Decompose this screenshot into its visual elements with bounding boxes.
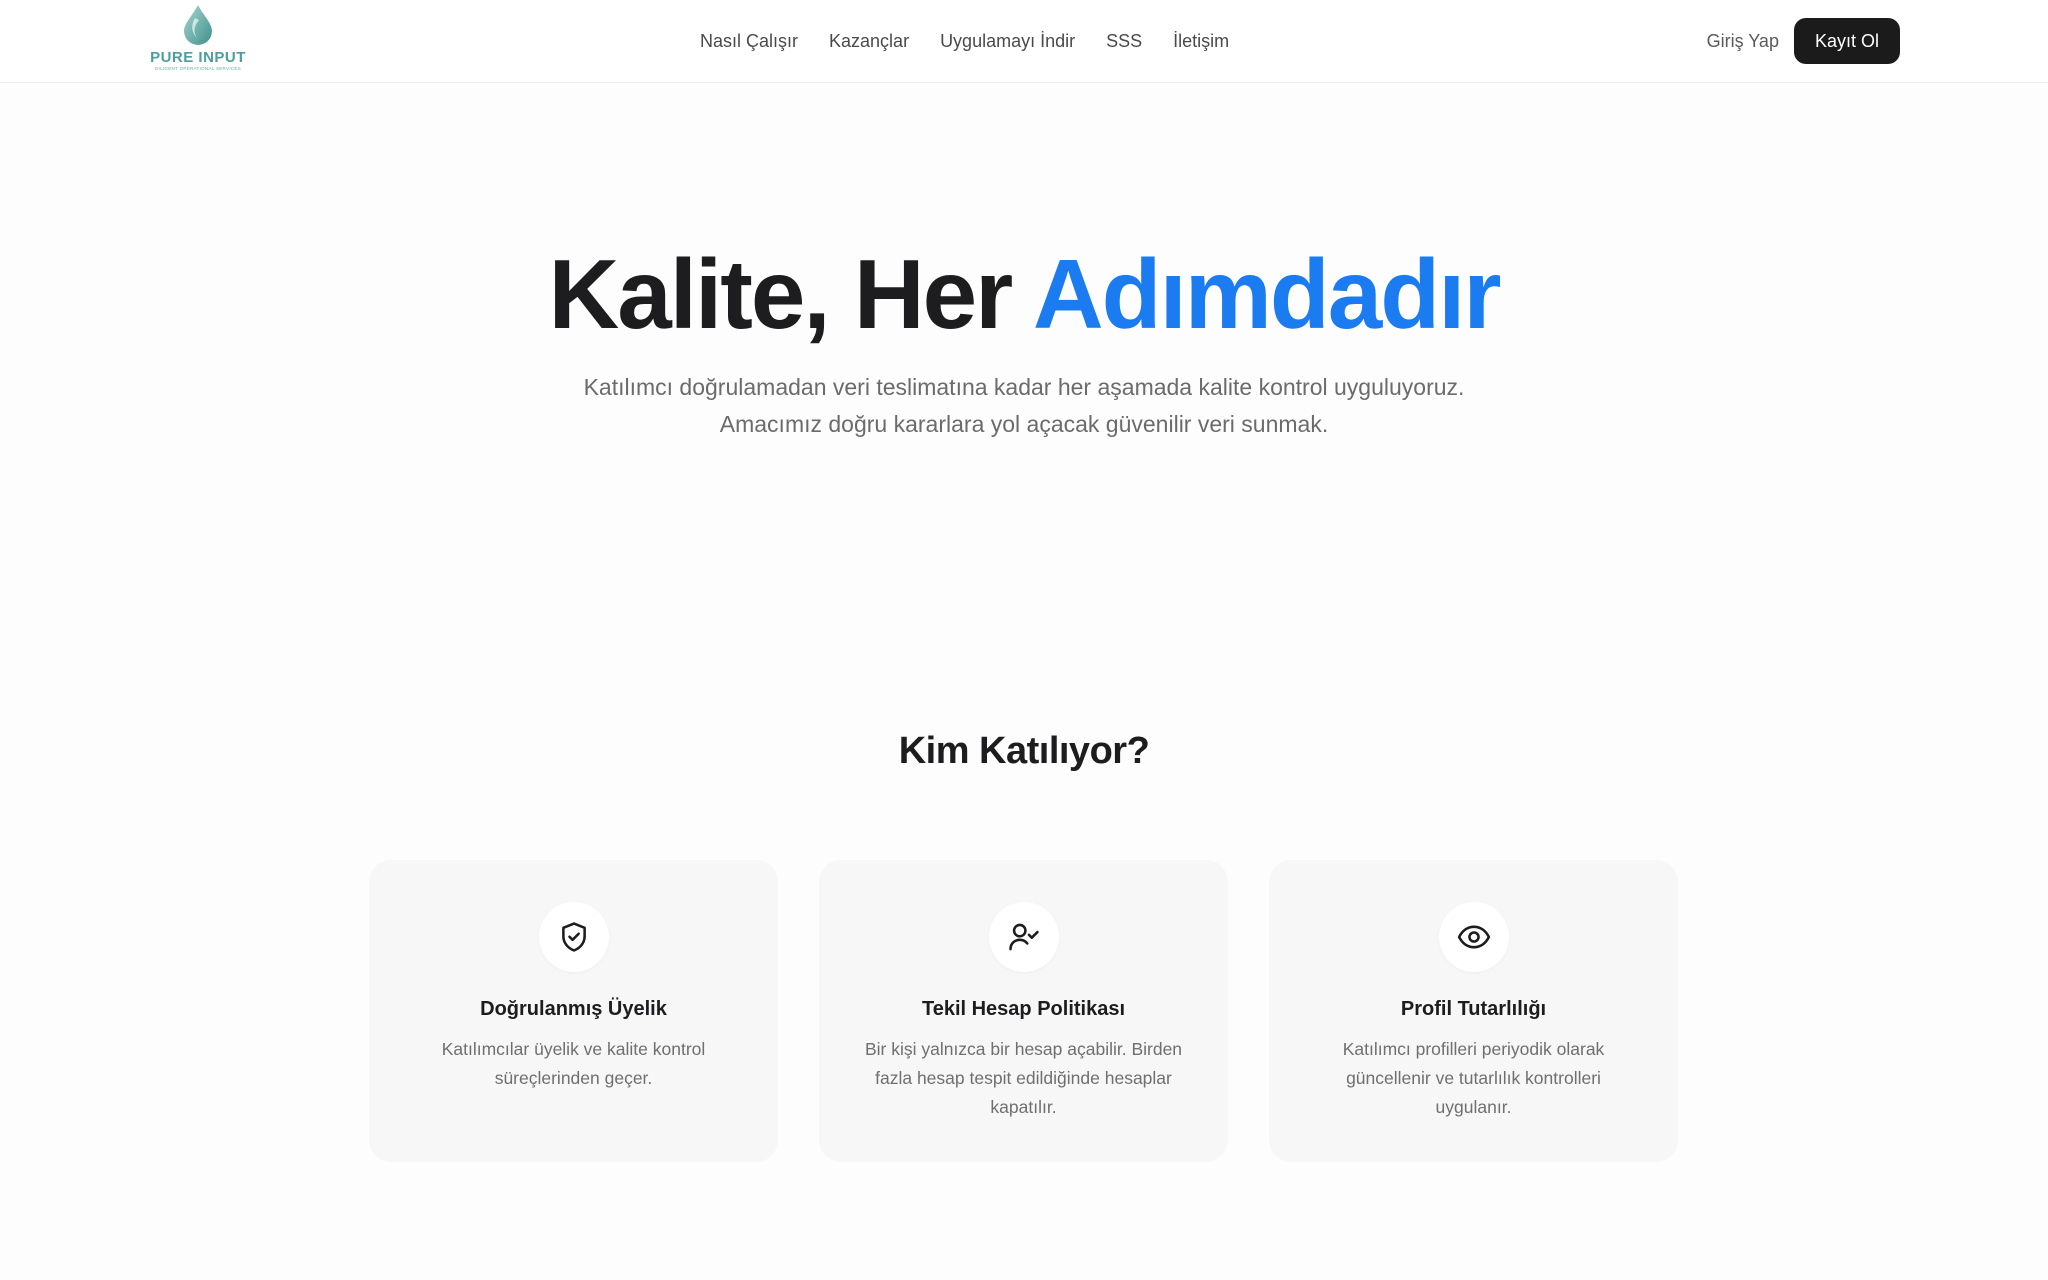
user-check-icon xyxy=(1008,923,1039,951)
hero-title-accent: Adımdadır xyxy=(1032,239,1502,349)
feature-card-verified-membership: Doğrulanmış Üyelik Katılımcılar üyelik v… xyxy=(369,860,778,1162)
auth-actions: Giriş Yap Kayıt Ol xyxy=(1707,18,1900,64)
water-drop-logo-icon xyxy=(184,5,212,45)
login-link[interactable]: Giriş Yap xyxy=(1707,31,1779,52)
icon-badge xyxy=(988,902,1059,972)
eye-icon xyxy=(1457,925,1490,949)
card-title: Tekil Hesap Politikası xyxy=(921,998,1126,1020)
brand-name: PURE INPUT xyxy=(150,49,246,66)
feature-cards: Doğrulanmış Üyelik Katılımcılar üyelik v… xyxy=(369,860,1678,1162)
brand-logo[interactable]: PURE INPUT DILIGENT OPERATIONAL SERVICES xyxy=(146,4,250,80)
hero-title-main: Kalite, Her xyxy=(548,239,1033,349)
nav-link-download-app[interactable]: Uygulamayı İndir xyxy=(940,31,1075,52)
card-title: Doğrulanmış Üyelik xyxy=(480,998,667,1020)
signup-button[interactable]: Kayıt Ol xyxy=(1793,18,1900,64)
card-description: Katılımcılar üyelik ve kalite kontrol sü… xyxy=(441,1039,706,1088)
shield-check-icon xyxy=(561,922,586,952)
card-description: Bir kişi yalnızca bir hesap açabilir. Bi… xyxy=(864,1039,1183,1117)
hero-subtitle: Katılımcı doğrulamadan veri teslimatına … xyxy=(583,374,1465,437)
nav-link-how-it-works[interactable]: Nasıl Çalışır xyxy=(700,31,798,52)
icon-badge xyxy=(538,902,609,972)
brand-tagline: DILIGENT OPERATIONAL SERVICES xyxy=(154,66,242,71)
card-description: Katılımcı profilleri periyodik olarak gü… xyxy=(1342,1039,1605,1117)
section-title: Kim Katılıyor? xyxy=(898,730,1150,772)
nav-link-faq[interactable]: SSS xyxy=(1106,31,1142,52)
icon-badge xyxy=(1438,902,1509,972)
nav-link-earnings[interactable]: Kazançlar xyxy=(829,31,909,52)
top-navbar: PURE INPUT DILIGENT OPERATIONAL SERVICES… xyxy=(0,0,2048,83)
feature-card-profile-consistency: Profil Tutarlılığı Katılımcı profilleri … xyxy=(1269,860,1678,1162)
main-nav: Nasıl Çalışır Kazançlar Uygulamayı İndir… xyxy=(700,0,1229,83)
nav-link-contact[interactable]: İletişim xyxy=(1173,31,1229,52)
card-title: Profil Tutarlılığı xyxy=(1400,998,1547,1020)
feature-card-single-account-policy: Tekil Hesap Politikası Bir kişi yalnızca… xyxy=(819,860,1228,1162)
hero-title: Kalite, Her Adımdadır xyxy=(0,236,2048,352)
